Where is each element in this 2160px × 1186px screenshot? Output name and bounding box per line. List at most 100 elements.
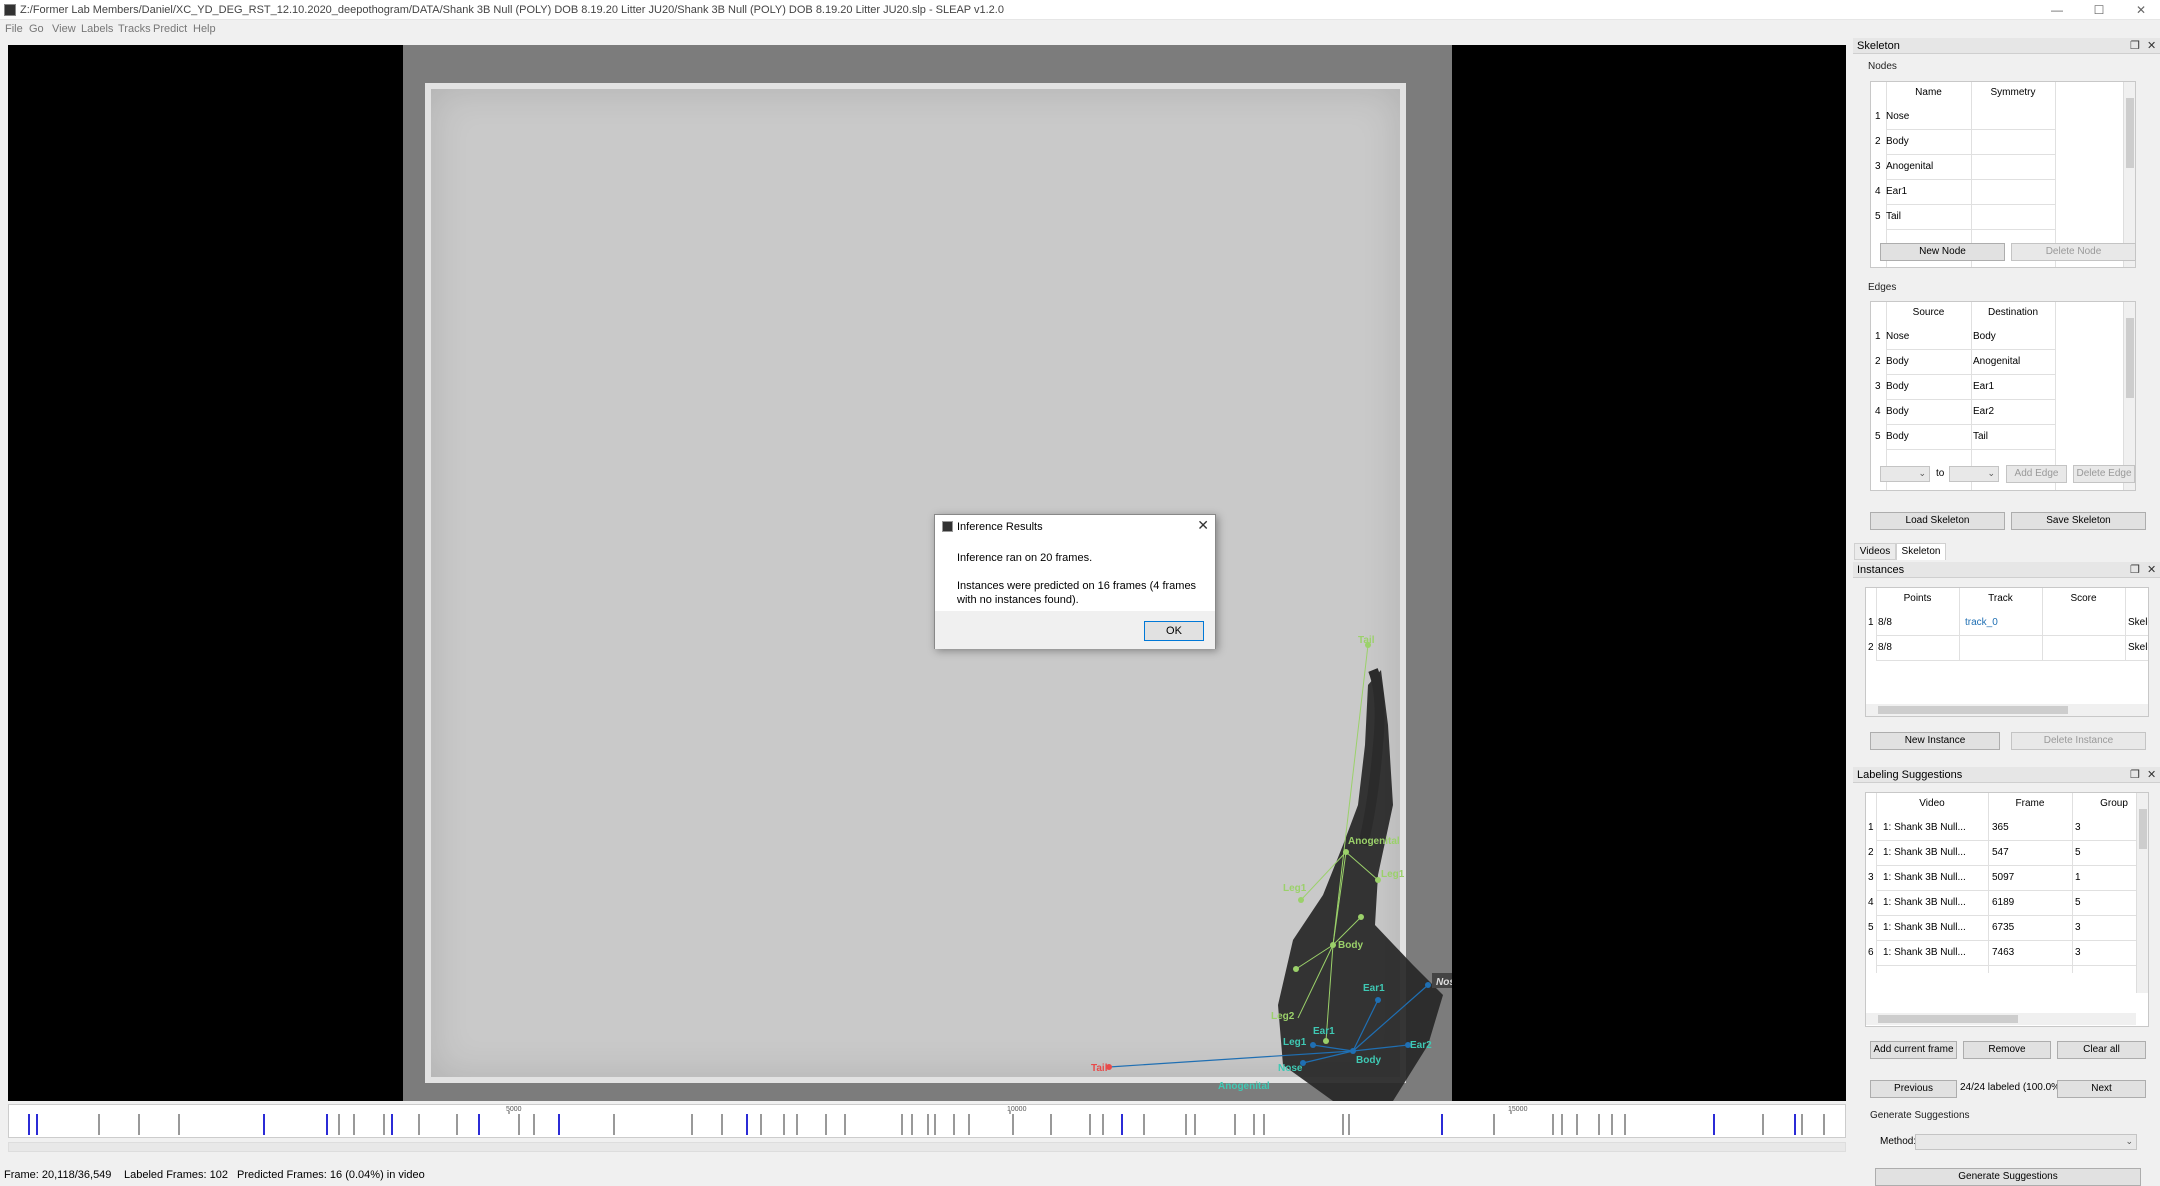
close-dock-icon[interactable]: ✕: [2147, 563, 2156, 576]
close-dock-icon[interactable]: ✕: [2147, 768, 2156, 781]
edges-group-label: Edges: [1868, 282, 1897, 293]
float-icon[interactable]: ❐: [2130, 39, 2140, 52]
tab-videos[interactable]: Videos: [1854, 543, 1896, 560]
suggestions-vscroll[interactable]: [2136, 793, 2148, 993]
previous-suggestion-button[interactable]: Previous: [1870, 1080, 1957, 1098]
minimize-icon[interactable]: —: [2045, 2, 2069, 18]
menu-tracks[interactable]: Tracks: [118, 23, 151, 35]
timeline-marks: [28, 1111, 1825, 1135]
edges-table[interactable]: Source Destination 1 Nose Body 2 Body Anogen…: [1870, 301, 2136, 491]
float-icon[interactable]: ❐: [2130, 563, 2140, 576]
delete-node-button[interactable]: Delete Node: [2011, 243, 2136, 261]
to-label: to: [1936, 468, 1945, 479]
timeline-scrollbar[interactable]: [8, 1142, 1846, 1152]
label-leg1-a: Leg1: [1283, 883, 1307, 894]
next-suggestion-button[interactable]: Next: [2057, 1080, 2146, 1098]
delete-edge-button[interactable]: Delete Edge: [2073, 465, 2135, 483]
label-nose-2: Nose: [1436, 977, 1452, 988]
maximize-icon[interactable]: ☐: [2087, 2, 2111, 18]
table-row[interactable]: 18/8track_0Skele: [1868, 610, 2148, 635]
method-select[interactable]: ⌄: [1915, 1134, 2137, 1150]
pose-overlay: Tail Anogenital Leg1 Leg1 Body Ear1 Leg2…: [1091, 635, 1452, 1101]
label-anogenital-1: Anogenital: [1348, 836, 1400, 847]
list-item[interactable]: 4 Ear1: [1875, 179, 1907, 204]
table-row[interactable]: 3 1: Shank 3B Null... 5097 1: [1868, 865, 2138, 890]
edges-scrollbar[interactable]: [2123, 302, 2135, 490]
suggestions-hscroll[interactable]: [1866, 1013, 2136, 1025]
tick-label-15000: 15000: [1508, 1106, 1528, 1113]
nodes-table[interactable]: Name Symmetry 1 Nose 2 Body 3 Anogenital 4E…: [1870, 81, 2136, 268]
table-row[interactable]: 3 Body Ear1: [1875, 374, 2055, 399]
nodes-scrollbar[interactable]: [2123, 82, 2135, 267]
save-skeleton-button[interactable]: Save Skeleton: [2011, 512, 2146, 530]
menu-predict[interactable]: Predict: [153, 23, 187, 35]
instances-header-track[interactable]: Track: [1959, 588, 2042, 610]
label-leg1-b-top: Leg1: [1381, 869, 1405, 880]
list-item[interactable]: 3 Anogenital: [1875, 154, 1933, 179]
instances-table[interactable]: Points Track Score 18/8track_0Skele 28/8…: [1865, 587, 2149, 717]
menu-file[interactable]: File: [5, 23, 23, 35]
dialog-close-icon[interactable]: ✕: [1197, 517, 1209, 534]
suggestions-header-video[interactable]: Video: [1876, 793, 1988, 815]
table-row[interactable]: 1 1: Shank 3B Null... 365 3: [1868, 815, 2138, 840]
menu-go[interactable]: Go: [29, 23, 44, 35]
instances-hscroll[interactable]: [1866, 704, 2148, 716]
tick-label-10000: 10000: [1007, 1106, 1027, 1113]
tab-skeleton[interactable]: Skeleton: [1896, 543, 1946, 560]
table-row[interactable]: 4 Body Ear2: [1875, 399, 2055, 424]
table-row[interactable]: 5 1: Shank 3B Null... 6735 3: [1868, 915, 2138, 940]
video-viewer[interactable]: Tail Anogenital Leg1 Leg1 Body Ear1 Leg2…: [8, 45, 1846, 1101]
dialog-message-frames: Inference ran on 20 frames.: [957, 552, 1093, 564]
edges-header-source[interactable]: Source: [1886, 302, 1971, 324]
frame-timeline[interactable]: 5000 10000 15000: [8, 1104, 1846, 1138]
float-icon[interactable]: ❐: [2130, 768, 2140, 781]
tick-label-5000: 5000: [506, 1106, 522, 1113]
table-row[interactable]: 6 1: Shank 3B Null... 7463 3: [1868, 940, 2138, 965]
list-item[interactable]: 1 Nose: [1875, 104, 1909, 129]
skeleton-dock-title: Skeleton: [1857, 40, 1900, 52]
table-row[interactable]: 5 Body Tail: [1875, 424, 2055, 449]
close-dock-icon[interactable]: ✕: [2147, 39, 2156, 52]
new-instance-button[interactable]: New Instance: [1870, 732, 2000, 750]
close-window-icon[interactable]: ✕: [2129, 2, 2153, 18]
nodes-header-symmetry[interactable]: Symmetry: [1971, 82, 2055, 104]
window-title: Z:/Former Lab Members/Daniel/XC_YD_DEG_R…: [20, 4, 1004, 16]
inference-results-dialog: Inference Results ✕ Inference ran on 20 …: [934, 514, 1216, 649]
instances-header-points[interactable]: Points: [1876, 588, 1959, 610]
suggestions-header-frame[interactable]: Frame: [1988, 793, 2072, 815]
new-node-button[interactable]: New Node: [1880, 243, 2005, 261]
table-row[interactable]: 2 1: Shank 3B Null... 547 5: [1868, 840, 2138, 865]
nodes-header-name[interactable]: Name: [1886, 82, 1971, 104]
generate-suggestions-button[interactable]: Generate Suggestions: [1875, 1168, 2141, 1186]
table-row[interactable]: 4 1: Shank 3B Null... 6189 5: [1868, 890, 2138, 915]
list-item[interactable]: 5 Tail: [1875, 204, 1901, 229]
label-body-2: Body: [1356, 1055, 1381, 1066]
list-item[interactable]: 2 Body: [1875, 129, 1909, 154]
menu-help[interactable]: Help: [193, 23, 216, 35]
label-ear1-a: Ear1: [1313, 1026, 1335, 1037]
add-current-frame-button[interactable]: Add current frame: [1870, 1041, 1957, 1059]
delete-instance-button[interactable]: Delete Instance: [2011, 732, 2146, 750]
edge-destination-select[interactable]: ⌄: [1949, 466, 1999, 482]
label-tail-top: Tail: [1358, 635, 1375, 646]
status-labeled: Labeled Frames: 102: [124, 1169, 228, 1181]
table-row[interactable]: 28/8Skele: [1868, 635, 2148, 660]
label-leg1-b: Leg1: [1283, 1037, 1307, 1048]
edge-source-select[interactable]: ⌄: [1880, 466, 1930, 482]
clear-all-button[interactable]: Clear all: [2057, 1041, 2146, 1059]
table-row[interactable]: 2 Body Anogenital: [1875, 349, 2055, 374]
label-anogenital-2: Anogenital: [1218, 1081, 1270, 1092]
table-row[interactable]: 1 Nose Body: [1875, 324, 2055, 349]
instances-header-score[interactable]: Score: [2042, 588, 2125, 610]
edges-header-destination[interactable]: Destination: [1971, 302, 2055, 324]
load-skeleton-button[interactable]: Load Skeleton: [1870, 512, 2005, 530]
menu-labels[interactable]: Labels: [81, 23, 113, 35]
dialog-message-instances: Instances were predicted on 16 frames (4…: [957, 580, 1197, 606]
remove-suggestion-button[interactable]: Remove: [1963, 1041, 2051, 1059]
skeleton-dock-header: Skeleton ❐ ✕: [1853, 38, 2160, 54]
label-leg2: Leg2: [1271, 1011, 1295, 1022]
ok-button[interactable]: OK: [1144, 621, 1204, 641]
add-edge-button[interactable]: Add Edge: [2006, 465, 2067, 483]
menu-view[interactable]: View: [52, 23, 76, 35]
suggestions-table[interactable]: Video Frame Group 1 1: Shank 3B Null... 36…: [1865, 792, 2149, 1027]
